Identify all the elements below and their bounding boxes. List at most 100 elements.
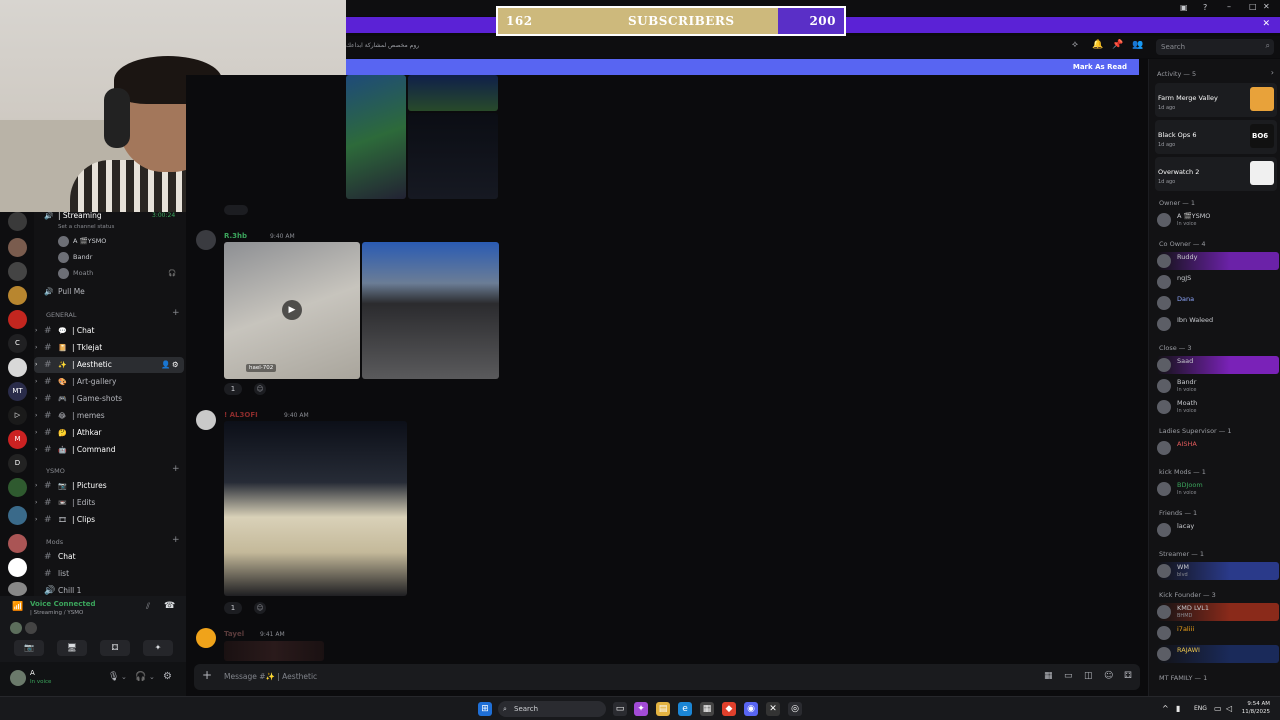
voice-channel-pull-me[interactable]: 🔊 Pull Me: [34, 284, 184, 300]
server-folder-icon[interactable]: [8, 506, 27, 525]
server-icon[interactable]: [8, 310, 27, 329]
headphones-icon[interactable]: 🎧: [135, 672, 146, 682]
attachment-image[interactable]: [224, 421, 407, 596]
video-attachment[interactable]: ▶ hael-702: [224, 242, 360, 379]
camera-off-button[interactable]: 📷: [14, 640, 44, 656]
channel-item[interactable]: # 🤔 | Athkar ›: [34, 425, 184, 441]
server-icon[interactable]: MT: [8, 382, 27, 401]
language-indicator[interactable]: ENG: [1194, 705, 1207, 712]
voice-user[interactable]: Bandr: [58, 250, 92, 264]
chevron-right-icon[interactable]: ›: [35, 323, 37, 339]
channel-item[interactable]: # 🎞 | Clips ›: [34, 512, 184, 528]
chevron-right-icon[interactable]: ›: [1271, 68, 1274, 77]
threads-icon[interactable]: ⟡: [1072, 40, 1078, 50]
server-icon[interactable]: [8, 358, 27, 377]
attachment-image[interactable]: [408, 113, 498, 199]
apps-icon[interactable]: ⚃: [1124, 671, 1132, 681]
signal-icon[interactable]: 📶: [12, 602, 23, 612]
avatar[interactable]: [10, 670, 26, 686]
member-item[interactable]: KMD LVL1 BHMD: [1157, 603, 1279, 621]
channel-item[interactable]: # ✨ | Aesthetic › 👤 ⚙: [34, 357, 184, 373]
emoji-icon[interactable]: ☺: [1104, 671, 1113, 681]
chevron-right-icon[interactable]: ›: [35, 512, 37, 528]
channel-mods-list[interactable]: # list: [34, 566, 184, 582]
member-item[interactable]: Dana: [1157, 294, 1279, 312]
message-author[interactable]: R.3hb: [224, 232, 247, 240]
voice-user[interactable]: Moath 🎧: [58, 266, 176, 280]
gear-icon[interactable]: ⚙: [163, 671, 172, 682]
edge-icon[interactable]: e: [678, 702, 692, 716]
channel-item[interactable]: # 📔 | Tklejat ›: [34, 340, 184, 356]
member-item[interactable]: A 🎬YSMO In voice: [1157, 211, 1279, 229]
chevron-down-icon[interactable]: ⌄: [121, 673, 127, 681]
category-general[interactable]: GENERAL: [46, 311, 76, 319]
member-item[interactable]: Moath In voice: [1157, 398, 1279, 416]
chevron-right-icon[interactable]: ›: [35, 442, 37, 458]
close-window-icon[interactable]: ✕: [1263, 2, 1270, 11]
reaction-chip[interactable]: 1: [224, 383, 242, 395]
taskbar-search[interactable]: ⌕ Search: [498, 701, 606, 717]
server-folder-icon[interactable]: [8, 478, 27, 497]
attachment-image[interactable]: [408, 75, 498, 111]
message-author[interactable]: ! AL3OFI: [224, 411, 258, 419]
microphone-icon[interactable]: 🎙: [108, 672, 119, 682]
member-item[interactable]: Ruddy: [1157, 252, 1279, 270]
chevron-right-icon[interactable]: ›: [35, 374, 37, 390]
task-view-icon[interactable]: ▭: [613, 702, 627, 716]
member-item[interactable]: BDJoom In voice: [1157, 480, 1279, 498]
server-icon[interactable]: C: [8, 334, 27, 353]
voice-connected-subtitle[interactable]: | Streaming / YSMO: [30, 610, 83, 616]
voice-user[interactable]: A 🎬YSMO: [58, 234, 106, 248]
bell-icon[interactable]: 🔔: [1092, 40, 1103, 50]
chevron-right-icon[interactable]: ›: [35, 495, 37, 511]
activities-button[interactable]: ⚃: [100, 640, 130, 656]
search-input[interactable]: Search ⌕: [1156, 39, 1274, 55]
message-author[interactable]: Tayel: [224, 630, 244, 638]
message-composer[interactable]: + Message #✨ | Aesthetic ▦ ▭ ◫ ☺ ⚃: [194, 664, 1140, 690]
reaction-chip[interactable]: [224, 205, 248, 215]
chevron-right-icon[interactable]: ›: [35, 408, 37, 424]
chevron-right-icon[interactable]: ›: [35, 357, 37, 373]
member-item[interactable]: ngJS: [1157, 273, 1279, 291]
member-item[interactable]: Ibn Waleed: [1157, 315, 1279, 333]
pin-icon[interactable]: 📌: [1112, 40, 1123, 50]
reaction-chip[interactable]: 1: [224, 602, 242, 614]
server-icon[interactable]: ▷: [8, 406, 27, 425]
start-icon[interactable]: ⊞: [478, 702, 492, 716]
obs-icon[interactable]: ◎: [788, 702, 802, 716]
avatar[interactable]: [196, 410, 216, 430]
sticker-icon[interactable]: ◫: [1084, 671, 1093, 681]
add-channel-icon[interactable]: +: [172, 535, 180, 545]
network-icon[interactable]: ▭: [1214, 704, 1222, 713]
app-icon[interactable]: ✕: [766, 702, 780, 716]
server-icon[interactable]: [8, 262, 27, 281]
server-icon[interactable]: D: [8, 454, 27, 473]
mark-as-read-button[interactable]: Mark As Read: [1073, 63, 1127, 71]
server-icon[interactable]: M: [8, 430, 27, 449]
dismiss-notice-icon[interactable]: ✕: [1262, 19, 1270, 29]
avatar[interactable]: [196, 628, 216, 648]
member-item[interactable]: Saad: [1157, 356, 1279, 374]
play-icon[interactable]: ▶: [282, 300, 302, 320]
attachment-image[interactable]: [346, 75, 406, 199]
brave-icon[interactable]: ◆: [722, 702, 736, 716]
add-reaction-icon[interactable]: ☺: [254, 602, 266, 614]
new-messages-bar[interactable]: Mark As Read: [346, 59, 1139, 75]
channel-item[interactable]: # 🎨 | Art-gallery ›: [34, 374, 184, 390]
avatar[interactable]: [196, 230, 216, 250]
attachment-image[interactable]: [362, 242, 499, 379]
add-channel-icon[interactable]: +: [172, 464, 180, 474]
channel-mods-chat[interactable]: # Chat: [34, 549, 184, 565]
activity-card[interactable]: Overwatch 2 1d ago: [1155, 157, 1277, 191]
members-icon[interactable]: 👥: [1132, 40, 1143, 50]
member-item[interactable]: lacay: [1157, 521, 1279, 539]
minimize-icon[interactable]: –: [1227, 2, 1231, 11]
plus-icon[interactable]: +: [202, 668, 212, 682]
chevron-down-icon[interactable]: ⌄: [149, 673, 155, 681]
disconnect-icon[interactable]: ☎: [164, 601, 175, 611]
channel-item[interactable]: # 📷 | Pictures ›: [34, 478, 184, 494]
clock[interactable]: 9:54 AM 11/8/2025: [1242, 700, 1270, 716]
chevron-right-icon[interactable]: ›: [35, 478, 37, 494]
channel-item[interactable]: # 😂 | memes ›: [34, 408, 184, 424]
member-item[interactable]: AISHA: [1157, 439, 1279, 457]
